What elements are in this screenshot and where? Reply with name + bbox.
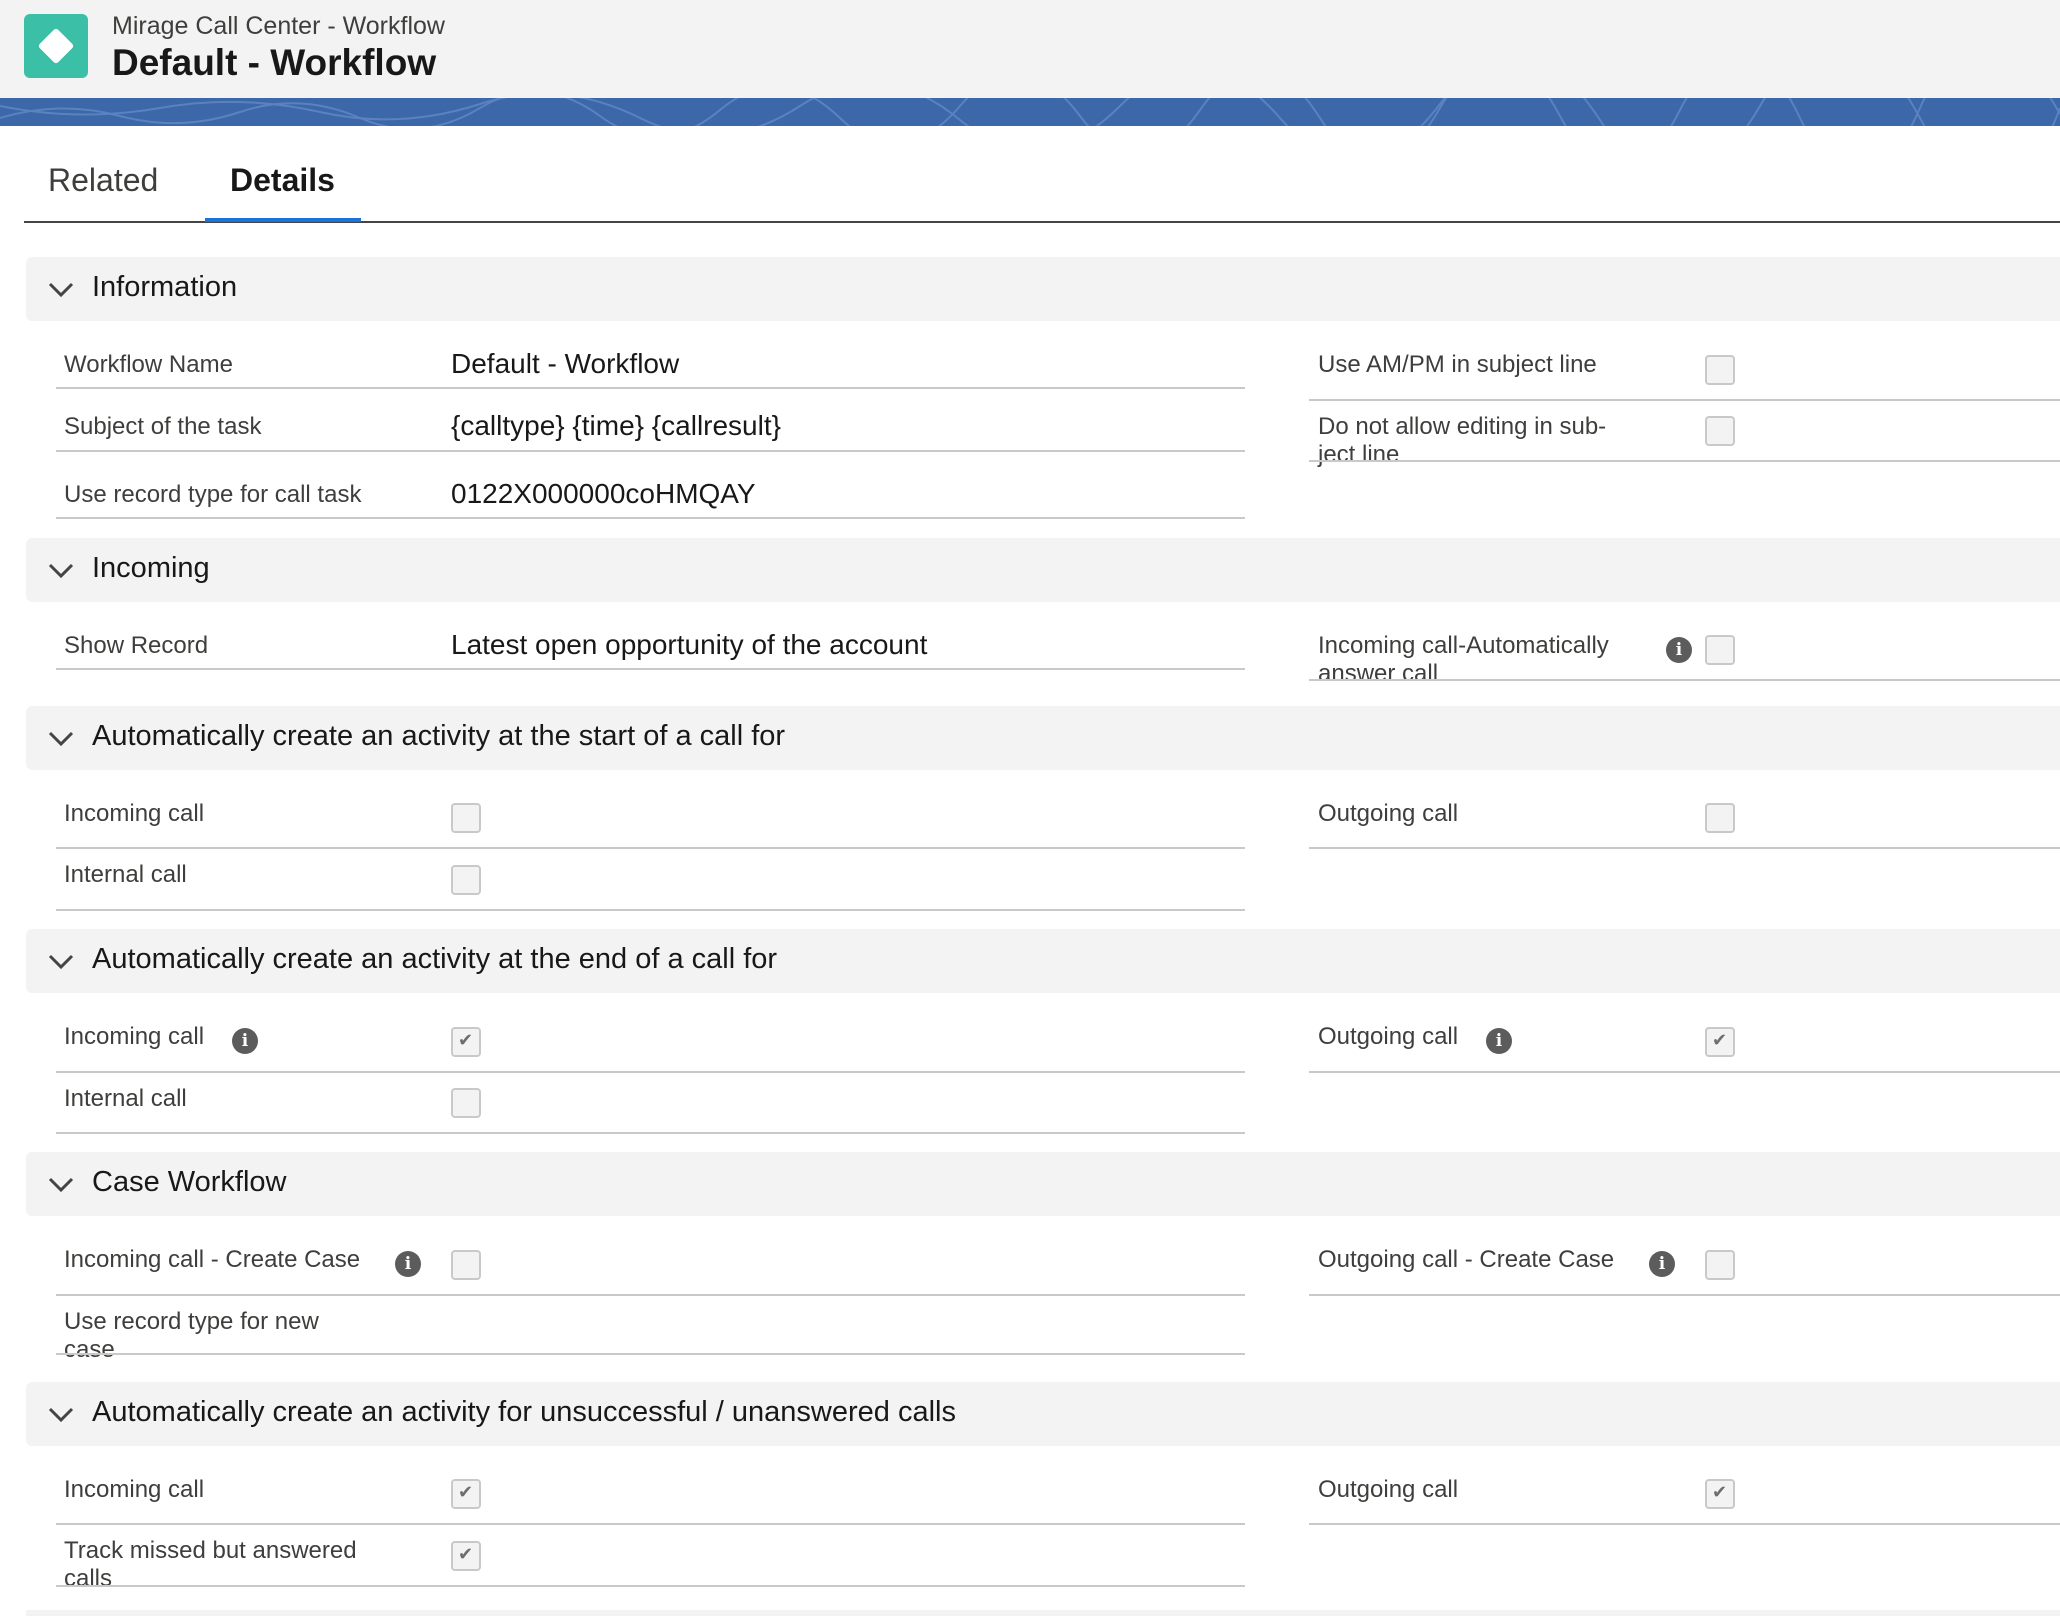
chevron-down-icon (48, 954, 74, 970)
tab-details[interactable]: Details (230, 162, 335, 199)
info-icon[interactable]: i (395, 1251, 421, 1277)
unsuccessful-incoming-checkbox[interactable] (451, 1479, 481, 1509)
start-incoming-checkbox[interactable] (451, 803, 481, 833)
auto-answer-checkbox[interactable] (1705, 635, 1735, 665)
info-icon[interactable]: i (232, 1028, 258, 1054)
chevron-down-icon (48, 731, 74, 747)
chevron-down-icon (48, 282, 74, 298)
ampm-checkbox[interactable] (1705, 355, 1735, 385)
section-information[interactable]: Information (26, 257, 2060, 321)
section-title: Automatically create an activity at the … (92, 720, 786, 752)
next-section-edge (26, 1610, 2060, 1616)
section-title: Automatically create an activity for uns… (92, 1396, 956, 1428)
incoming-case-checkbox[interactable] (451, 1250, 481, 1280)
unsuccessful-outgoing-checkbox[interactable] (1705, 1479, 1735, 1509)
field-divider (56, 1294, 1245, 1296)
field-divider (56, 1585, 1245, 1587)
info-icon[interactable]: i (1649, 1251, 1675, 1277)
active-tab-indicator (205, 218, 361, 222)
field-divider (56, 387, 1245, 389)
end-internal-label: Internal call (64, 1085, 187, 1112)
section-title: Case Workflow (92, 1166, 287, 1198)
chevron-down-icon (48, 1407, 74, 1423)
record-type-label: Use record type for call task (64, 481, 362, 508)
section-unsuccessful[interactable]: Automatically create an activity for uns… (26, 1382, 2060, 1446)
end-incoming-checkbox[interactable] (451, 1027, 481, 1057)
ampm-label: Use AM/PM in subject line (1318, 351, 1597, 378)
field-divider (56, 1071, 1245, 1073)
section-end-activity[interactable]: Automatically create an activity at the … (26, 929, 2060, 993)
field-divider (1309, 1294, 2060, 1296)
show-record-label: Show Record (64, 632, 209, 659)
start-internal-checkbox[interactable] (451, 865, 481, 895)
field-divider (56, 909, 1245, 911)
chevron-down-icon (48, 1177, 74, 1193)
incoming-case-label: Incoming call - Create Case (64, 1246, 361, 1273)
app-subtitle: Mirage Call Center - Workflow (112, 12, 445, 40)
start-outgoing-label: Outgoing call (1318, 800, 1459, 827)
start-internal-label: Internal call (64, 861, 187, 888)
section-case-workflow[interactable]: Case Workflow (26, 1152, 2060, 1216)
no-edit-checkbox[interactable] (1705, 416, 1735, 446)
record-header: Mirage Call Center - Workflow Default - … (0, 0, 2060, 98)
workflow-name-label: Workflow Name (64, 351, 233, 378)
field-divider (56, 847, 1245, 849)
subject-label: Subject of the task (64, 413, 262, 440)
header-banner (0, 98, 2060, 126)
case-record-type-label: Use record type for new case (64, 1308, 319, 1363)
field-divider (56, 517, 1245, 519)
field-divider (1309, 847, 2060, 849)
section-title: Information (92, 271, 238, 303)
section-start-activity[interactable]: Automatically create an activity at the … (26, 706, 2060, 770)
info-icon[interactable]: i (1486, 1028, 1512, 1054)
record-title: Default - Workflow (112, 42, 437, 83)
diamond-app-icon (24, 14, 88, 78)
record-type-value: 0122X000000coHMQAY (451, 478, 756, 509)
unsuccessful-outgoing-label: Outgoing call (1318, 1476, 1459, 1503)
section-incoming[interactable]: Incoming (26, 538, 2060, 602)
subject-value: {calltype} {time} {callresult} (451, 410, 781, 441)
end-internal-checkbox[interactable] (451, 1088, 481, 1118)
end-outgoing-checkbox[interactable] (1705, 1027, 1735, 1057)
outgoing-case-label: Outgoing call - Create Case (1318, 1246, 1615, 1273)
banner-pattern (0, 98, 2060, 126)
tab-related[interactable]: Related (48, 162, 158, 199)
field-divider (56, 1523, 1245, 1525)
field-divider (56, 668, 1245, 670)
field-divider (56, 450, 1245, 452)
info-icon[interactable]: i (1666, 637, 1692, 663)
show-record-value: Latest open opportunity of the account (451, 629, 928, 660)
unsuccessful-incoming-label: Incoming call (64, 1476, 205, 1503)
field-divider (1309, 1523, 2060, 1525)
field-divider (1309, 460, 2060, 462)
missed-answered-checkbox[interactable] (451, 1541, 481, 1571)
field-divider (1309, 399, 2060, 401)
field-divider (1309, 1071, 2060, 1073)
section-title: Automatically create an activity at the … (92, 943, 778, 975)
end-incoming-label: Incoming call (64, 1023, 205, 1050)
chevron-down-icon (48, 563, 74, 579)
start-incoming-label: Incoming call (64, 800, 205, 827)
field-divider (56, 1353, 1245, 1355)
field-divider (56, 1132, 1245, 1134)
outgoing-case-checkbox[interactable] (1705, 1250, 1735, 1280)
start-outgoing-checkbox[interactable] (1705, 803, 1735, 833)
end-outgoing-label: Outgoing call (1318, 1023, 1459, 1050)
field-divider (1309, 679, 2060, 681)
workflow-name-value: Default - Workflow (451, 348, 680, 379)
section-title: Incoming (92, 552, 210, 584)
